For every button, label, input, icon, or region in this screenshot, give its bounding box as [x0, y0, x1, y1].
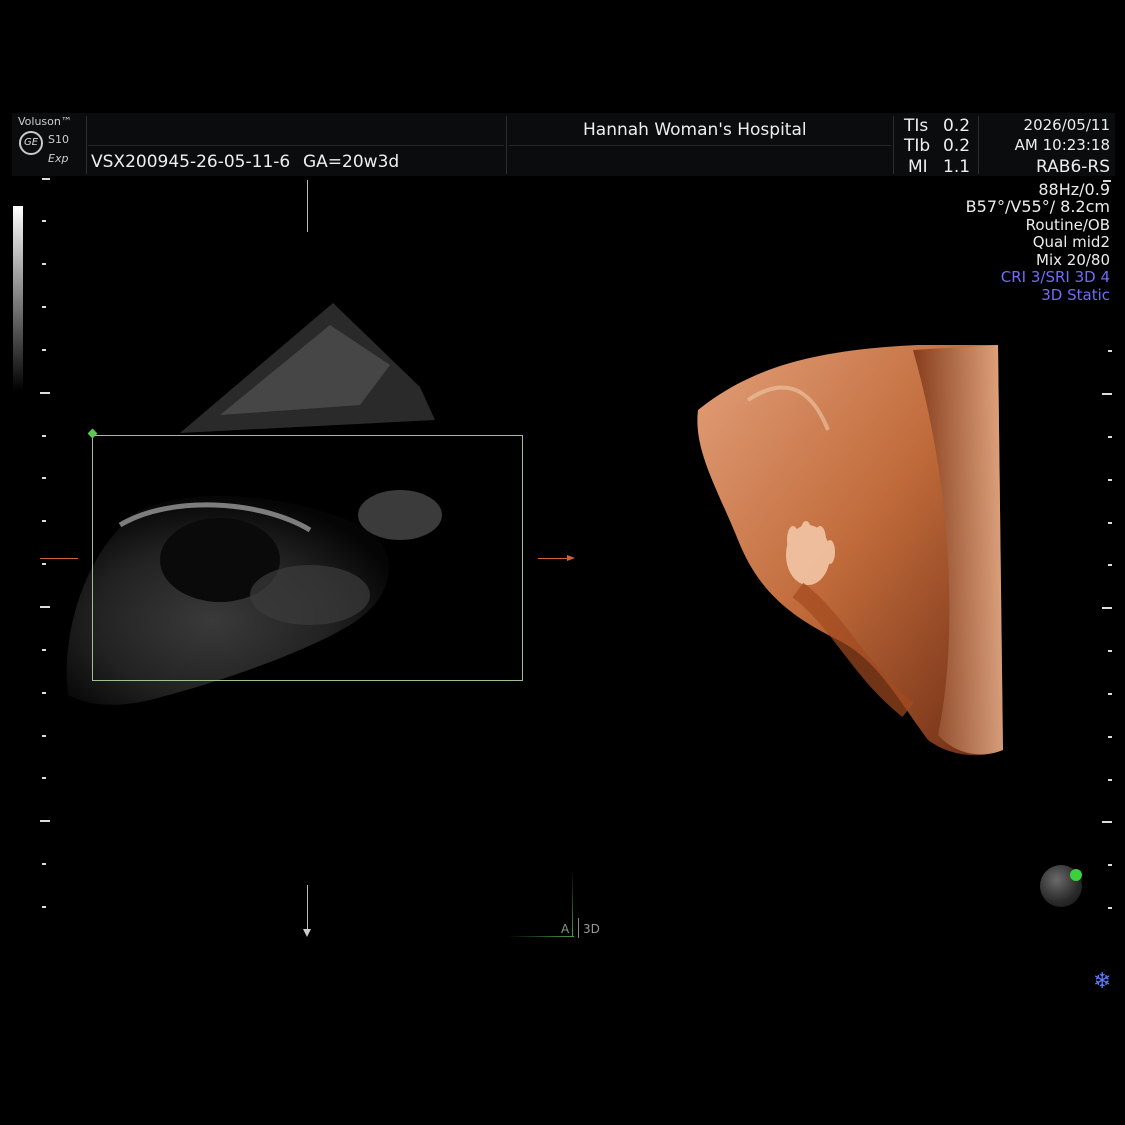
cri-sri: CRI 3/SRI 3D 4: [1000, 268, 1110, 286]
header-divider: [893, 116, 894, 174]
tis-label: TIs: [904, 116, 929, 136]
header-rule: [88, 145, 504, 146]
mi-label: MI: [908, 157, 928, 177]
orientation-marker-icon: [1070, 869, 1082, 881]
tis-value: 0.2: [943, 116, 971, 136]
right-marker-arrow-icon: [538, 558, 568, 559]
gestational-age: GA=20w3d: [303, 152, 400, 172]
patient-id: VSX200945-26-05-11-6: [91, 152, 291, 172]
top-scan-line: [307, 180, 308, 232]
header-divider: [978, 116, 979, 174]
header-divider: [506, 116, 507, 174]
orientation-vertical-line: [572, 870, 573, 936]
grayscale-bar: [13, 206, 23, 391]
header-rule: [509, 145, 891, 146]
hospital-name: Hannah Woman's Hospital: [583, 120, 807, 140]
render-mode: 3D Static: [1041, 286, 1110, 304]
bottom-arrow-icon: [303, 929, 311, 937]
model-sub-label: Exp: [48, 152, 69, 165]
model-label: S10: [48, 133, 69, 146]
tib-label: TIb: [904, 136, 931, 156]
orientation-horizontal-line: [508, 936, 574, 937]
mix-ratio: Mix 20/80: [1036, 251, 1110, 269]
snowflake-icon[interactable]: ❄: [1093, 971, 1111, 993]
orientation-3d-label: 3D: [583, 922, 600, 936]
ge-logo-icon: GE: [19, 131, 43, 155]
orientation-a-label: A: [561, 922, 570, 936]
bottom-scan-line: [307, 885, 308, 933]
mi-value: 1.1: [943, 157, 971, 177]
preset: Routine/OB: [1025, 216, 1110, 234]
volume-angles: B57°/V55°/ 8.2cm: [965, 197, 1110, 216]
probe-name: RAB6-RS: [1036, 157, 1110, 177]
time: AM 10:23:18: [1014, 136, 1110, 154]
date: 2026/05/11: [1023, 116, 1110, 134]
quality: Qual mid2: [1032, 233, 1110, 251]
roi-box[interactable]: [92, 435, 523, 681]
tib-value: 0.2: [943, 136, 971, 156]
brand-label: Voluson™: [18, 115, 72, 128]
rendered-3d-image: [697, 345, 1003, 756]
header-divider: [86, 116, 87, 174]
